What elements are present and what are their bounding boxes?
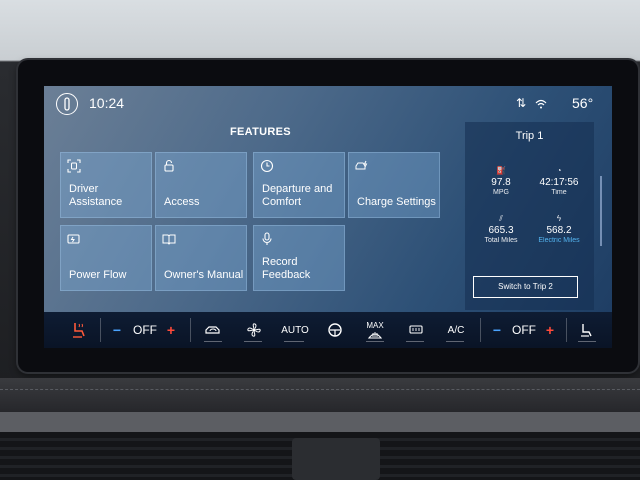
rear-defrost-icon <box>409 325 423 334</box>
driver-temp-down-button[interactable]: − <box>108 312 126 348</box>
clock: 10:24 <box>89 95 125 111</box>
passenger-temp-display: OFF <box>512 323 536 337</box>
stat-label: MPG <box>493 189 509 196</box>
stat-value: 665.3 <box>488 225 514 236</box>
passenger-seat-button[interactable] <box>572 312 602 348</box>
tile-label: Owner's Manual <box>164 269 244 281</box>
tile-owners-manual[interactable]: Owner's Manual <box>155 225 247 291</box>
indicator-line <box>204 341 222 342</box>
tile-record-feedback[interactable]: Record Feedback <box>253 225 345 291</box>
driver-temp-up-button[interactable]: + <box>162 312 180 348</box>
dashboard-trim <box>0 378 640 412</box>
tile-power-flow[interactable]: Power Flow <box>60 225 152 291</box>
climate-bar: − OFF + AUTO MAX A/C − OFF + <box>44 312 612 348</box>
tile-access[interactable]: Access <box>155 152 247 218</box>
lock-icon <box>164 159 174 172</box>
max-defrost-button[interactable]: MAX <box>360 312 390 348</box>
stat-value: 568.2 <box>546 225 572 236</box>
person-icon <box>64 97 70 111</box>
charge-icon <box>355 160 368 170</box>
tile-label: Departure and Comfort <box>262 183 333 208</box>
passenger-temp-up-button[interactable]: + <box>541 312 559 348</box>
tile-label: Power Flow <box>69 269 127 281</box>
infotainment-screen: 10:24 ⇅ 56° FEATURES Driver Assistance A… <box>44 86 612 348</box>
stat-time: ◔ 42:17:56 Time <box>529 166 589 196</box>
car-recirculation-icon <box>205 326 220 334</box>
divider <box>480 318 481 342</box>
indicator-line <box>366 341 384 342</box>
stat-value: 97.8 <box>491 177 511 188</box>
tile-charge-settings[interactable]: Charge Settings <box>348 152 440 218</box>
fan-button[interactable] <box>240 312 268 348</box>
road-icon: ⫽ <box>499 214 503 223</box>
stat-mpg: ⛽ 97.8 MPG <box>471 166 531 196</box>
battery-icon <box>67 234 80 244</box>
stat-total-miles: ⫽ 665.3 Total Miles <box>471 214 531 244</box>
divider <box>100 318 101 342</box>
wifi-icon <box>535 99 547 109</box>
steering-heat-icon <box>328 323 342 337</box>
seat-heat-icon <box>73 323 85 338</box>
stat-label: Electric Miles <box>538 237 580 244</box>
divider <box>190 318 191 342</box>
stat-value: 42:17:56 <box>539 177 579 188</box>
rear-defrost-button[interactable] <box>402 312 430 348</box>
profile-button[interactable] <box>56 93 78 115</box>
book-icon <box>162 234 176 245</box>
front-defrost-icon <box>367 331 383 339</box>
trip-title: Trip 1 <box>515 130 544 142</box>
driver-seat-heat-button[interactable] <box>64 312 94 348</box>
stat-label: Total Miles <box>484 237 518 244</box>
microphone-icon <box>262 232 272 245</box>
tile-driver-assistance[interactable]: Driver Assistance <box>60 152 152 218</box>
page-title: FEATURES <box>230 126 291 138</box>
dashboard-stitching <box>0 389 640 390</box>
indicator-line <box>284 341 304 342</box>
driver-assist-icon <box>67 159 81 173</box>
stat-label: Time <box>551 189 567 196</box>
trip-summary-card: Trip 1 ⛽ 97.8 MPG ◔ 42:17:56 Time ⫽ 665.… <box>465 122 594 310</box>
outside-temperature: 56° <box>572 95 594 111</box>
indicator-line <box>406 341 424 342</box>
electric-road-icon: ϟ <box>556 214 562 223</box>
indicator-line <box>446 341 464 342</box>
tile-label: Charge Settings <box>357 196 436 208</box>
divider <box>566 318 567 342</box>
seat-icon <box>581 324 592 337</box>
dashboard-trim-lower <box>0 412 640 432</box>
fuel-icon: ⛽ <box>496 166 506 175</box>
fan-icon <box>247 323 261 337</box>
data-transfer-icon: ⇅ <box>516 96 530 110</box>
clock-icon <box>260 159 274 173</box>
indicator-line <box>244 341 262 342</box>
tile-label: Access <box>164 196 200 208</box>
stat-electric-miles: ϟ 568.2 Electric Miles <box>529 214 589 244</box>
passenger-temp-down-button[interactable]: − <box>488 312 506 348</box>
driver-temp-display: OFF <box>133 323 157 337</box>
switch-trip-button[interactable]: Switch to Trip 2 <box>473 276 578 298</box>
status-bar: 10:24 ⇅ 56° <box>44 86 612 122</box>
indicator-line <box>578 341 596 342</box>
recirculation-button[interactable] <box>198 312 228 348</box>
tile-label: Driver Assistance <box>69 183 123 208</box>
scrollbar[interactable] <box>600 176 602 246</box>
voice-climate-button[interactable] <box>322 312 348 348</box>
auto-climate-button[interactable]: AUTO <box>280 312 310 348</box>
ac-button[interactable]: A/C <box>442 312 470 348</box>
connectivity-icons: ⇅ <box>516 96 547 110</box>
tile-departure-and-comfort[interactable]: Departure and Comfort <box>253 152 345 218</box>
max-label: MAX <box>366 320 384 330</box>
tile-label: Record Feedback <box>262 256 311 281</box>
vent-control <box>292 438 380 480</box>
timer-icon: ◔ <box>556 166 562 175</box>
